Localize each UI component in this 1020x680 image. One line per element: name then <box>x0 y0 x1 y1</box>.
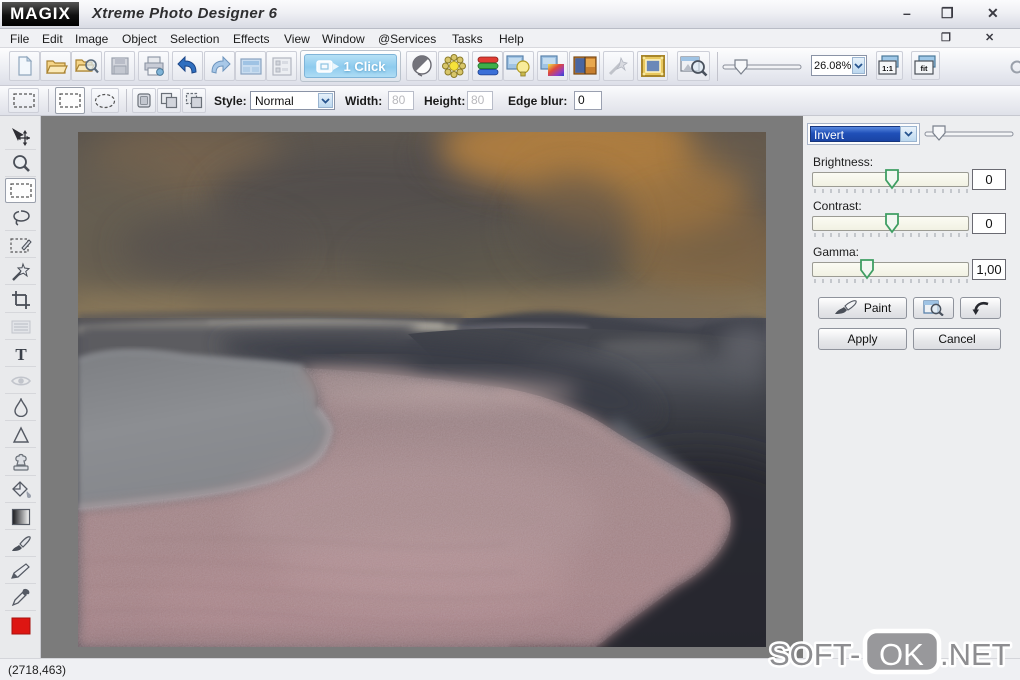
svg-text:fit: fit <box>920 64 928 73</box>
svg-text:SOFT-: SOFT- <box>769 637 860 672</box>
svg-text:OK: OK <box>879 637 924 672</box>
svg-text:.NET: .NET <box>940 637 1011 672</box>
svg-text:T: T <box>15 345 27 363</box>
svg-text:1:1: 1:1 <box>882 64 893 73</box>
